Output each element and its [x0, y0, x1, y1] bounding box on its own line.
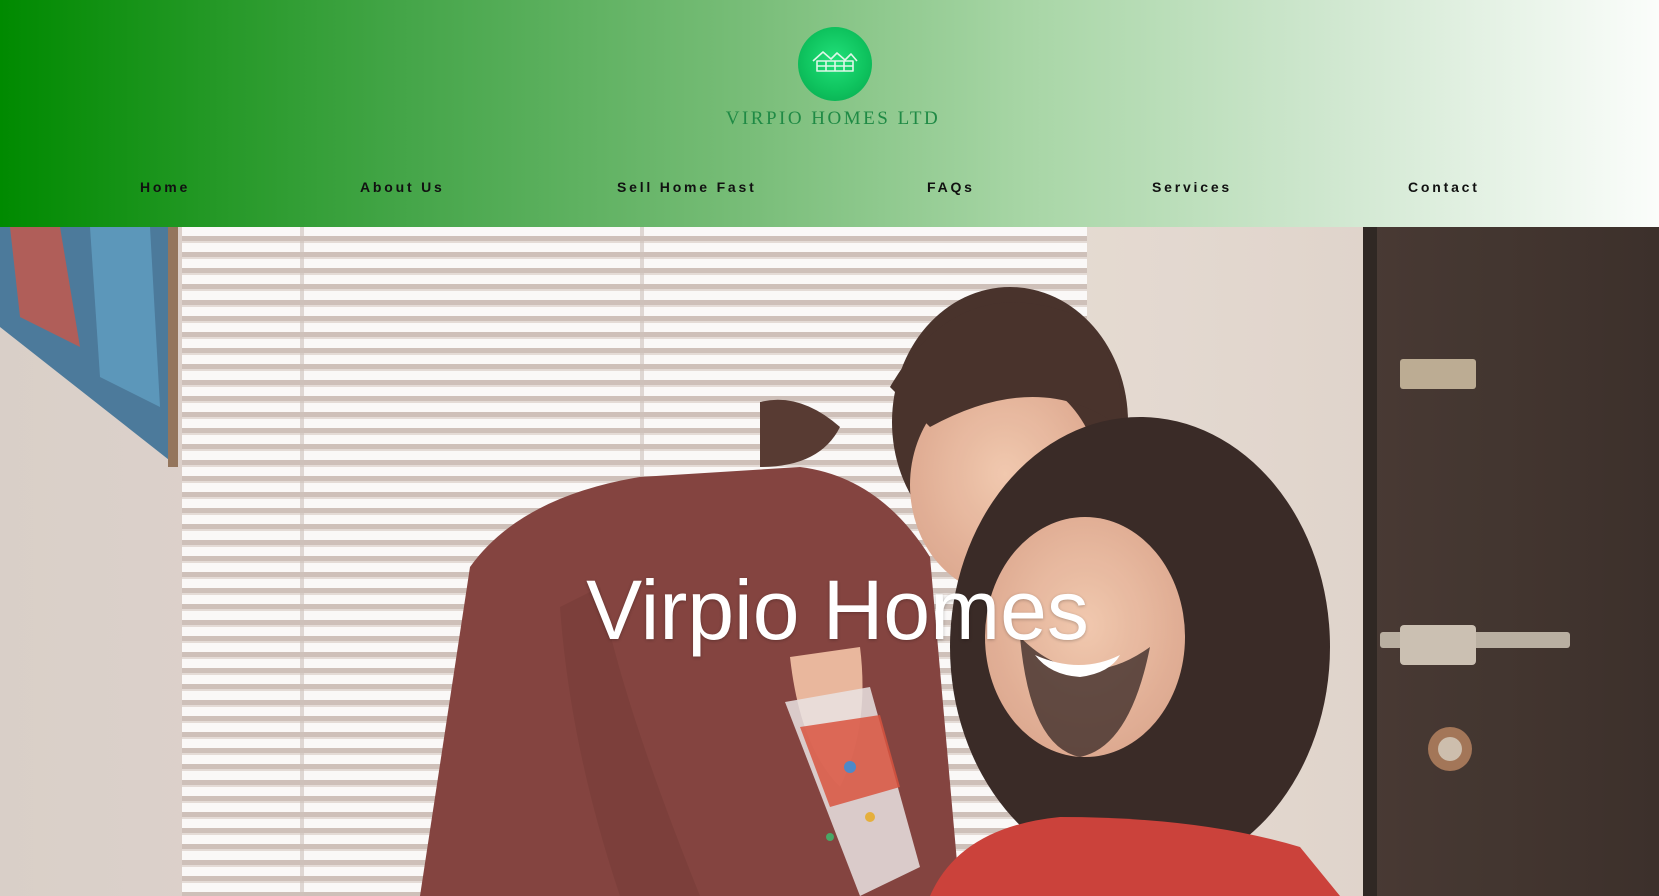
brand-name: VIRPIO HOMES LTD: [725, 108, 941, 129]
nav-item-about-us[interactable]: About Us: [360, 172, 445, 202]
nav-item-home[interactable]: Home: [140, 172, 190, 202]
hero-title: Virpio Homes: [586, 563, 1089, 657]
page: VIRPIO HOMES LTD Home About Us Sell Home…: [0, 0, 1659, 896]
site-header: VIRPIO HOMES LTD Home About Us Sell Home…: [0, 0, 1659, 227]
nav-item-sell-home-fast[interactable]: Sell Home Fast: [617, 172, 757, 202]
logo[interactable]: VIRPIO HOMES LTD: [0, 27, 1659, 130]
house-roof-icon[interactable]: [797, 27, 872, 101]
nav-item-contact[interactable]: Contact: [1408, 172, 1480, 202]
hero-section: Virpio Homes: [0, 227, 1659, 896]
nav-item-faqs[interactable]: FAQs: [927, 172, 975, 202]
nav-item-services[interactable]: Services: [1152, 172, 1232, 202]
main-nav: Home About Us Sell Home Fast FAQs Servic…: [0, 172, 1659, 202]
